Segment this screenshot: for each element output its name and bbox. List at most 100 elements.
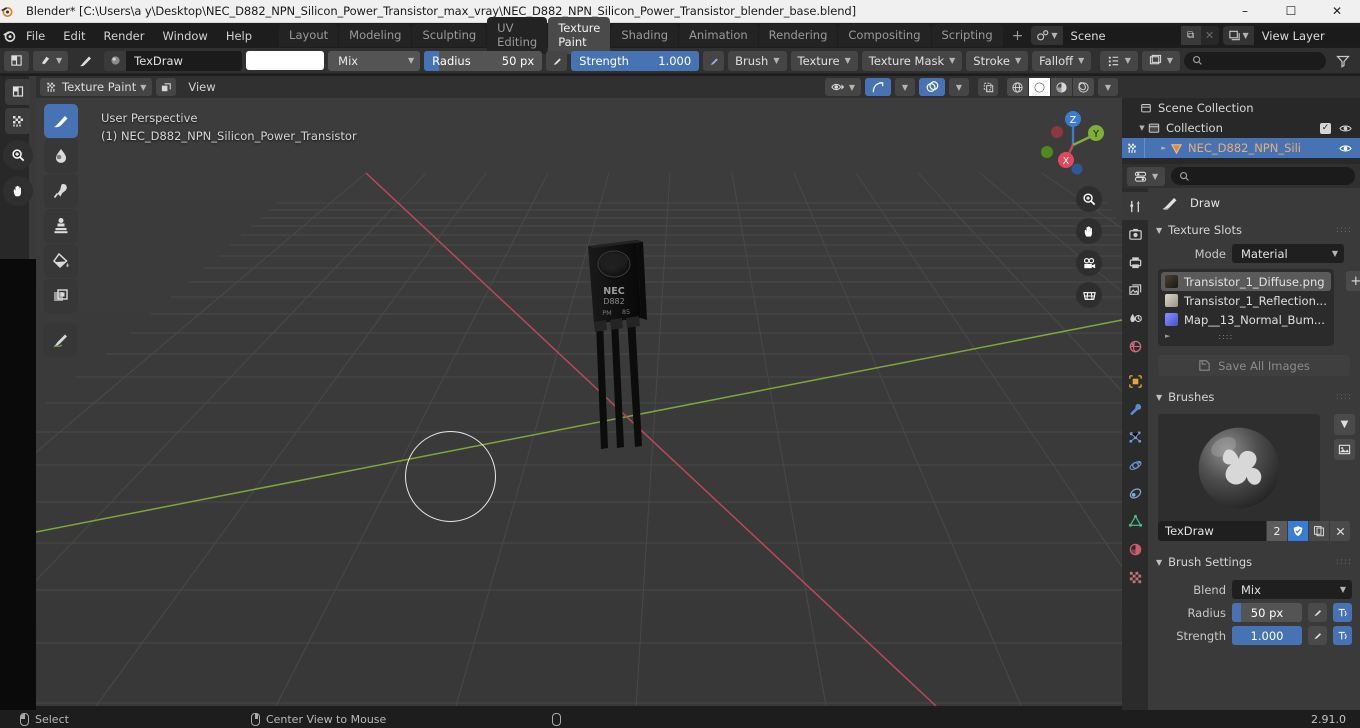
chevron-down-icon[interactable]: ▼ <box>1334 414 1355 435</box>
copy-icon[interactable] <box>1309 521 1329 541</box>
prop-tab-world[interactable] <box>1122 332 1148 360</box>
texture-slots-mode-dropdown[interactable]: Material ▼ <box>1232 244 1344 263</box>
x-icon[interactable] <box>1330 521 1350 541</box>
prop-tab-render[interactable] <box>1122 220 1148 248</box>
prop-tab-scene[interactable] <box>1122 304 1148 332</box>
camera-icon[interactable] <box>1076 250 1102 276</box>
shading-options-chevron[interactable]: ▼ <box>1098 78 1118 96</box>
radius-pressure-icon[interactable] <box>1308 603 1327 622</box>
new-scene-button[interactable]: ⧉ <box>1180 26 1201 45</box>
navigation-gizmo[interactable]: Z Y X <box>1036 106 1110 180</box>
prop-tab-texture[interactable] <box>1122 563 1148 591</box>
prop-tab-object[interactable] <box>1122 367 1148 395</box>
texture-paint-checker-button[interactable] <box>5 108 31 134</box>
blend-mode-dropdown[interactable]: Mix ▼ <box>328 50 421 71</box>
prop-tab-output[interactable] <box>1122 248 1148 276</box>
prop-tab-physics[interactable] <box>1122 451 1148 479</box>
scene-name[interactable]: Scene <box>1062 26 1181 45</box>
save-all-images-button[interactable]: Save All Images <box>1158 355 1350 376</box>
prop-tab-constraints[interactable] <box>1122 479 1148 507</box>
close-button[interactable]: ✕ <box>1314 0 1360 23</box>
properties-search-input[interactable] <box>1171 167 1355 185</box>
pan-icon[interactable] <box>1076 218 1102 244</box>
menu-render[interactable]: Render <box>95 26 154 46</box>
shading-rendered[interactable] <box>1073 78 1094 96</box>
tool-draw[interactable] <box>44 104 78 138</box>
transform-orientation-icon[interactable] <box>156 78 177 96</box>
add-workspace-button[interactable]: + <box>1004 28 1032 44</box>
expand-triangle[interactable]: ► <box>1165 332 1170 340</box>
tool-fill[interactable] <box>44 244 78 278</box>
zoom-icon[interactable] <box>3 140 33 170</box>
radius-pressure-toggle[interactable] <box>546 50 568 71</box>
prop-tab-particles[interactable] <box>1122 423 1148 451</box>
strength-pressure-icon[interactable] <box>1308 626 1327 645</box>
tool-clone[interactable] <box>44 209 78 243</box>
view-layer-name[interactable]: View Layer <box>1253 26 1360 45</box>
properties-editor-type-button[interactable]: ▼ <box>1127 166 1166 186</box>
minimize-button[interactable]: – <box>1222 0 1268 23</box>
brush-name-field[interactable]: TexDraw <box>1158 521 1266 541</box>
strength-slider-control[interactable]: 1.000 <box>1232 626 1302 645</box>
blend-dropdown[interactable]: Mix ▼ <box>1232 580 1352 599</box>
texture-popover[interactable]: Texture ▼ <box>790 50 858 71</box>
radius-slider[interactable]: Radius 50 px <box>424 50 543 71</box>
expand-triangle[interactable]: ▼ <box>1136 124 1148 132</box>
menu-window[interactable]: Window <box>153 26 216 46</box>
expand-triangle[interactable]: ► <box>1158 144 1170 152</box>
prop-tab-modifiers[interactable] <box>1122 395 1148 423</box>
brush-popover[interactable]: Brush ▼ <box>728 50 787 71</box>
zoom-icon[interactable] <box>1076 186 1102 212</box>
texture-mask-popover[interactable]: Texture Mask ▼ <box>861 50 963 71</box>
workspace-tab-compositing[interactable]: Compositing <box>838 24 931 47</box>
eye-icon[interactable] <box>1339 123 1352 134</box>
workspace-tab-modeling[interactable]: Modeling <box>339 24 412 47</box>
outliner-search-input[interactable] <box>1184 51 1326 70</box>
prop-tab-view-layer[interactable] <box>1122 276 1148 304</box>
remove-scene-button[interactable]: ✕ <box>1201 26 1219 45</box>
workspace-tab-uv-editing[interactable]: UV Editing <box>487 17 548 54</box>
ortho-grid-icon[interactable] <box>1076 282 1102 308</box>
strength-pressure-toggle[interactable] <box>703 50 725 71</box>
maximize-button[interactable]: ☐ <box>1268 0 1314 23</box>
filter-icon[interactable] <box>1330 51 1356 71</box>
gizmo-options-chevron[interactable]: ▼ <box>895 78 915 96</box>
blender-menu-icon[interactable] <box>2 28 17 43</box>
texture-slot-item[interactable]: Map__13_Normal_Bum... <box>1161 310 1331 329</box>
shading-material-preview[interactable] <box>1051 78 1072 96</box>
gizmo-toggle[interactable] <box>865 78 891 96</box>
workspace-tab-animation[interactable]: Animation <box>679 24 758 47</box>
viewport-view-menu[interactable]: View <box>180 80 223 94</box>
collection-enable-checkbox[interactable]: ✓ <box>1320 122 1331 134</box>
brush-preset-selector[interactable]: ▼ <box>33 50 69 71</box>
object-visibility-popover[interactable]: ▼ <box>824 78 861 96</box>
outliner-display-mode-button[interactable]: ▼ <box>1099 50 1138 71</box>
overlays-options-chevron[interactable]: ▼ <box>949 78 969 96</box>
workspace-tab-shading[interactable]: Shading <box>611 24 679 47</box>
brush-tool-icon[interactable] <box>72 51 100 71</box>
tool-smear[interactable] <box>44 174 78 208</box>
viewport-3d[interactable]: NEC D882 PM 85 Texture Paint ▼ View ▼ ▼ … <box>36 76 1122 706</box>
tool-annotate[interactable] <box>44 323 78 357</box>
pan-icon[interactable] <box>3 176 33 206</box>
falloff-popover[interactable]: Falloff ▼ <box>1032 50 1092 71</box>
texture-paint-mode-icon[interactable] <box>4 50 29 71</box>
scene-icon[interactable]: ▼ <box>1031 26 1063 45</box>
menu-edit[interactable]: Edit <box>54 26 94 46</box>
workspace-tab-layout[interactable]: Layout <box>279 24 339 47</box>
tool-mask[interactable] <box>44 279 78 313</box>
strength-slider[interactable]: Strength 1.000 <box>571 50 700 71</box>
outliner-row-collection[interactable]: ▼ Collection ✓ <box>1122 118 1360 138</box>
tool-soften[interactable] <box>44 139 78 173</box>
texture-slots-footer[interactable]: ► :::: <box>1161 329 1331 343</box>
viewport-mode-selector[interactable]: Texture Paint ▼ <box>40 78 153 96</box>
prop-tab-material[interactable] <box>1122 535 1148 563</box>
outliner-row-object[interactable]: ► NEC_D882_NPN_Sili <box>1122 138 1360 158</box>
outliner-filter-type-button[interactable]: ▼ <box>1141 50 1180 71</box>
image-preview-icon[interactable] <box>1334 439 1355 460</box>
xray-toggle[interactable] <box>978 78 998 96</box>
menu-help[interactable]: Help <box>217 26 261 46</box>
overlays-toggle[interactable] <box>919 78 945 96</box>
list-grip[interactable]: :::: <box>1218 332 1233 341</box>
texture-slot-item[interactable]: Transistor_1_Reflection... <box>1161 291 1331 310</box>
